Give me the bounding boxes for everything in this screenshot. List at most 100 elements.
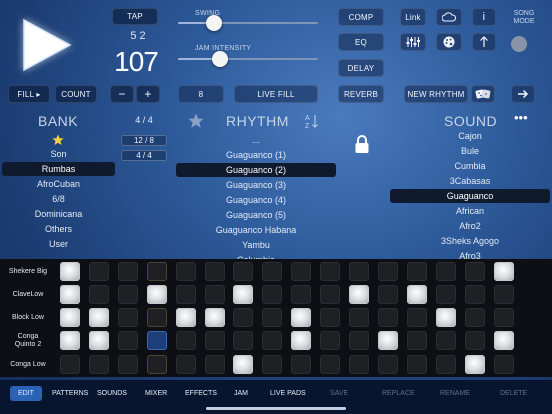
- sequencer-step[interactable]: [320, 262, 341, 281]
- info-button[interactable]: i: [472, 8, 496, 26]
- sequencer-step[interactable]: [175, 285, 196, 304]
- sequencer-step[interactable]: [435, 331, 456, 350]
- tab-jam[interactable]: JAM: [234, 386, 248, 397]
- count-button[interactable]: COUNT: [55, 85, 97, 103]
- sequencer-step[interactable]: [464, 262, 485, 281]
- sequencer-step[interactable]: [320, 285, 341, 304]
- sequencer-step[interactable]: [60, 262, 80, 281]
- sequencer-step[interactable]: [464, 331, 485, 350]
- decrement-button[interactable]: −: [110, 85, 134, 103]
- sequencer-step[interactable]: [146, 308, 167, 327]
- sequencer-step[interactable]: [291, 308, 312, 327]
- sequencer-step[interactable]: [406, 308, 427, 327]
- sequencer-step[interactable]: [60, 355, 80, 374]
- sequencer-step[interactable]: [493, 262, 514, 281]
- sequencer-step[interactable]: [291, 331, 312, 350]
- sequencer-step[interactable]: [88, 355, 109, 374]
- new-rhythm-button[interactable]: NEW RHYTHM: [404, 85, 468, 103]
- sequencer-step[interactable]: [493, 285, 514, 304]
- tab-rename[interactable]: RENAME: [440, 386, 470, 397]
- share-button[interactable]: [472, 33, 496, 51]
- link-button[interactable]: Link: [400, 8, 426, 26]
- sequencer-step[interactable]: [406, 285, 427, 304]
- rhythm-list-item[interactable]: Guaguanco (3): [176, 178, 336, 192]
- sound-list-item[interactable]: African: [390, 204, 550, 218]
- sequencer-step[interactable]: [204, 285, 225, 304]
- sequencer-step[interactable]: [233, 331, 254, 350]
- sequencer-step[interactable]: [464, 285, 485, 304]
- cloud-button[interactable]: [436, 8, 462, 26]
- time-sig-pill-12-8[interactable]: 12 / 8: [121, 135, 167, 146]
- sequencer-step[interactable]: [233, 355, 254, 374]
- sequencer-step[interactable]: [88, 308, 109, 327]
- sequencer-step[interactable]: [493, 331, 514, 350]
- sequencer-step[interactable]: [262, 355, 283, 374]
- sequencer-step[interactable]: [204, 308, 225, 327]
- sequencer-step[interactable]: [204, 355, 225, 374]
- sound-list-item[interactable]: Afro2: [390, 219, 550, 233]
- sequencer-step[interactable]: [146, 285, 167, 304]
- track-label[interactable]: ClaveLow: [0, 284, 56, 305]
- sequencer-step[interactable]: [349, 262, 369, 281]
- sequencer-step[interactable]: [175, 331, 196, 350]
- sequencer-step[interactable]: [88, 285, 109, 304]
- tab-replace[interactable]: REPLACE: [382, 386, 415, 397]
- bars-count-button[interactable]: 8: [178, 85, 224, 103]
- sound-list-item[interactable]: Cumbia: [390, 159, 550, 173]
- sequencer-step[interactable]: [175, 355, 196, 374]
- palette-button[interactable]: [436, 33, 462, 51]
- tap-button[interactable]: TAP: [112, 8, 158, 25]
- tab-patterns[interactable]: PATTERNS: [52, 386, 88, 397]
- track-label[interactable]: Block Low: [0, 307, 56, 328]
- tab-effects[interactable]: EFFECTS: [185, 386, 217, 397]
- sound-list-item[interactable]: 3Cabasas: [390, 174, 550, 188]
- bank-list-item[interactable]: Others: [2, 222, 115, 236]
- sequencer-step[interactable]: [406, 331, 427, 350]
- sequencer-step[interactable]: [233, 262, 254, 281]
- sequencer-step[interactable]: [377, 285, 398, 304]
- sequencer-step[interactable]: [349, 331, 369, 350]
- sequencer-step[interactable]: [291, 262, 312, 281]
- bank-list-item[interactable]: Son: [2, 147, 115, 161]
- rhythm-list-item[interactable]: Guaguanco (4): [176, 193, 336, 207]
- bank-list-item[interactable]: AfroCuban: [2, 177, 115, 191]
- sequencer-step[interactable]: [493, 355, 514, 374]
- track-label[interactable]: Shekere Big: [0, 261, 56, 282]
- sequencer-step[interactable]: [175, 262, 196, 281]
- jam-intensity-slider-track[interactable]: [178, 58, 318, 60]
- live-fill-button[interactable]: LIVE FILL: [234, 85, 318, 103]
- lock-button[interactable]: [354, 134, 370, 154]
- sequencer-step[interactable]: [204, 331, 225, 350]
- tab-live-pads[interactable]: LIVE PADS: [270, 386, 306, 397]
- favorites-star[interactable]: [52, 133, 64, 145]
- sequencer-step[interactable]: [175, 308, 196, 327]
- rhythm-favorite[interactable]: [188, 113, 204, 129]
- song-mode-toggle[interactable]: [511, 36, 527, 52]
- swing-slider-track[interactable]: [178, 22, 318, 24]
- sequencer-step[interactable]: [117, 285, 138, 304]
- track-label[interactable]: Conga Low: [0, 354, 56, 375]
- sequencer-step[interactable]: [60, 285, 80, 304]
- sequencer-step[interactable]: [117, 355, 138, 374]
- rhythm-list-item[interactable]: Guaguanco (5): [176, 208, 336, 222]
- sequencer-step[interactable]: [406, 355, 427, 374]
- sequencer-step[interactable]: [262, 285, 283, 304]
- sequencer-step[interactable]: [60, 331, 80, 350]
- sequencer-step[interactable]: [377, 262, 398, 281]
- sequencer-step[interactable]: [117, 331, 138, 350]
- time-sig-pill-4-4[interactable]: 4 / 4: [121, 150, 167, 161]
- sound-list-item[interactable]: Bule: [390, 144, 550, 158]
- sequencer-step[interactable]: [349, 285, 369, 304]
- rhythm-list-item[interactable]: ...: [176, 133, 336, 147]
- jam-intensity-slider-thumb[interactable]: [212, 51, 228, 67]
- delay-button[interactable]: DELAY: [338, 59, 384, 77]
- sequencer-step[interactable]: [320, 308, 341, 327]
- tab-save[interactable]: SAVE: [330, 386, 348, 397]
- sequencer-step[interactable]: [233, 308, 254, 327]
- sequencer-step[interactable]: [117, 308, 138, 327]
- sound-list-item[interactable]: Cajon: [390, 129, 550, 143]
- tab-sounds[interactable]: SOUNDS: [97, 386, 127, 397]
- comp-button[interactable]: COMP: [338, 8, 384, 26]
- eq-button[interactable]: EQ: [338, 33, 384, 51]
- play-button[interactable]: [14, 14, 76, 76]
